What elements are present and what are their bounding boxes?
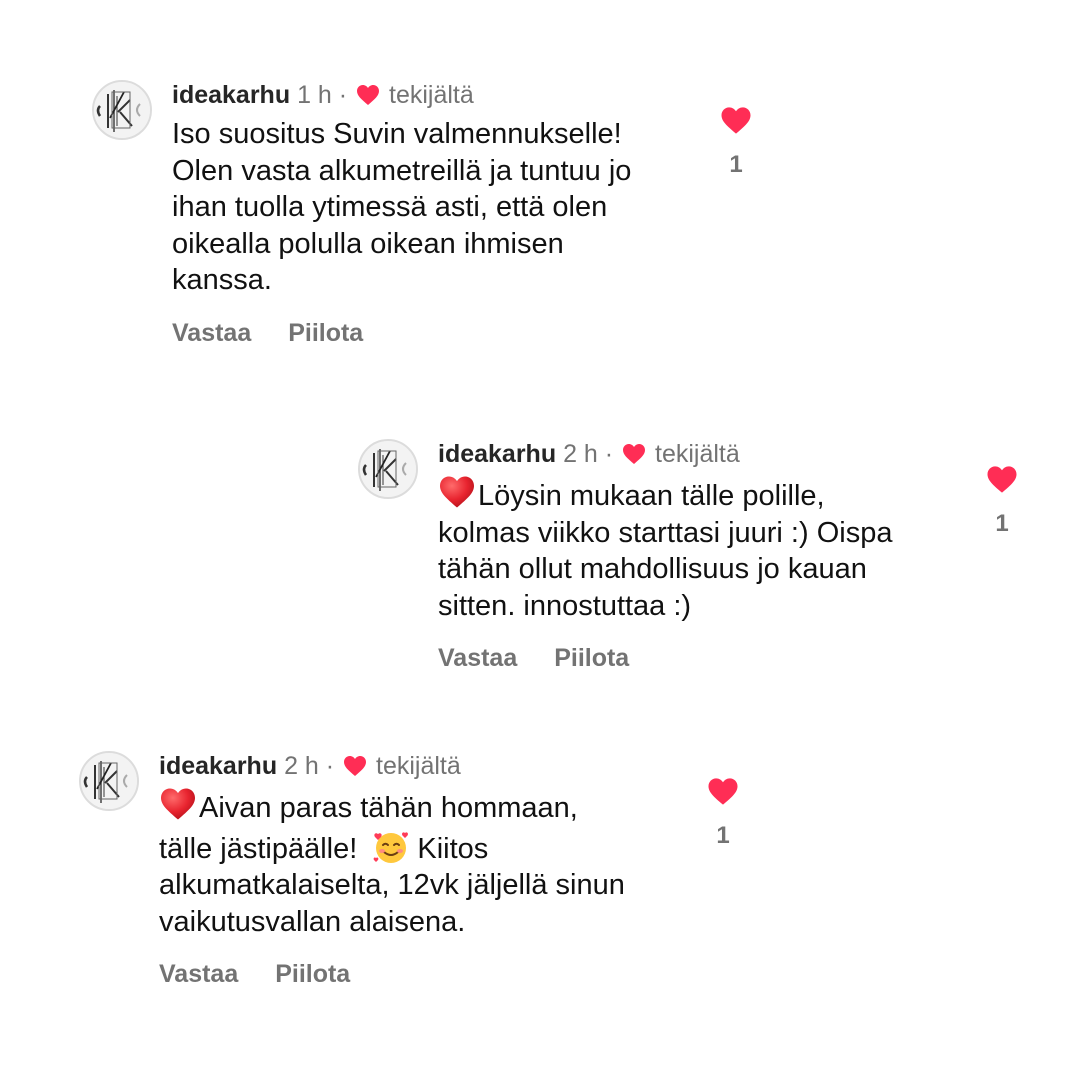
heart-icon[interactable]	[986, 465, 1018, 494]
hide-button[interactable]: Piilota	[288, 319, 363, 348]
comment-actions: Vastaa Piilota	[438, 644, 892, 673]
red-heart-emoji-icon	[440, 476, 474, 508]
comment-line: tähän ollut mahdollisuus jo kauan	[438, 553, 867, 585]
comment-line: ihan tuolla ytimessä asti, että olen	[172, 191, 608, 223]
username[interactable]: ideakarhu	[438, 440, 556, 468]
comment-line: vaikutusvallan alaisena.	[159, 905, 466, 938]
reply-button[interactable]: Vastaa	[172, 319, 251, 348]
separator-dot: ·	[325, 752, 335, 780]
hide-button[interactable]: Piilota	[554, 644, 629, 673]
like-column: 1	[982, 465, 1022, 538]
comment-text: Iso suositus Suvin valmennukselle! Olen …	[172, 116, 631, 299]
author-label: tekijältä	[389, 81, 474, 109]
comment-actions: Vastaa Piilota	[159, 960, 625, 989]
like-column: 1	[716, 106, 756, 179]
comment-line-text: tälle jästipäälle!	[159, 832, 358, 865]
profile-avatar-icon	[94, 82, 150, 138]
heart-icon	[357, 85, 380, 105]
reply-button[interactable]: Vastaa	[438, 644, 517, 673]
comment-line-text: Kiitos	[417, 832, 489, 865]
heart-icon	[623, 444, 646, 464]
red-heart-emoji-icon	[161, 788, 195, 820]
comment-line: Aivan paras tähän hommaan,	[159, 787, 625, 827]
comment-line: tälle jästipäälle! Kiitos	[159, 827, 625, 868]
username[interactable]: ideakarhu	[159, 752, 277, 780]
heart-icon[interactable]	[720, 106, 752, 135]
like-count[interactable]: 1	[982, 510, 1022, 538]
comment-line: Iso suositus Suvin valmennukselle!	[172, 118, 622, 150]
comment-line: Olen vasta alkumetreillä ja tuntuu jo	[172, 154, 632, 187]
avatar[interactable]	[79, 751, 139, 811]
heart-icon	[344, 756, 367, 776]
comment-line: Löysin mukaan tälle polille,	[438, 475, 892, 515]
timestamp[interactable]: 1 h	[297, 81, 332, 109]
like-count[interactable]: 1	[716, 151, 756, 179]
comment-line-text: Aivan paras tähän hommaan,	[199, 792, 578, 824]
hide-button[interactable]: Piilota	[275, 960, 350, 989]
timestamp[interactable]: 2 h	[563, 440, 598, 468]
comment-line: oikealla polulla oikean ihmisen	[172, 227, 564, 260]
avatar[interactable]	[358, 439, 418, 499]
heart-icon[interactable]	[707, 777, 739, 806]
timestamp[interactable]: 2 h	[284, 752, 319, 780]
username[interactable]: ideakarhu	[172, 81, 290, 109]
author-label: tekijältä	[655, 440, 740, 468]
separator-dot: ·	[338, 81, 348, 109]
comment-text: Aivan paras tähän hommaan, tälle jästipä…	[159, 787, 625, 940]
comment-text: Löysin mukaan tälle polille, kolmas viik…	[438, 475, 892, 624]
comment-line: kolmas viikko starttasi juuri :) Oispa	[438, 516, 893, 549]
author-label: tekijältä	[376, 752, 461, 780]
comment-line: sitten. innostuttaa :)	[438, 589, 692, 622]
comment-line: kanssa.	[172, 264, 272, 296]
comment-line: alkumatkalaiselta, 12vk jäljellä sinun	[159, 869, 625, 901]
comment-meta: ideakarhu 2 h · tekijältä	[438, 439, 892, 469]
like-count[interactable]: 1	[703, 822, 743, 850]
comment-line-text: Löysin mukaan tälle polille,	[478, 480, 825, 512]
separator-dot: ·	[604, 440, 614, 468]
avatar[interactable]	[92, 80, 152, 140]
comment-actions: Vastaa Piilota	[172, 319, 631, 348]
reply-button[interactable]: Vastaa	[159, 960, 238, 989]
like-column: 1	[703, 777, 743, 850]
profile-avatar-icon	[81, 753, 137, 809]
comment-meta: ideakarhu 1 h · tekijältä	[172, 80, 631, 110]
smiling-face-with-hearts-emoji-icon	[373, 831, 409, 863]
profile-avatar-icon	[360, 441, 416, 497]
comment-meta: ideakarhu 2 h · tekijältä	[159, 751, 625, 781]
